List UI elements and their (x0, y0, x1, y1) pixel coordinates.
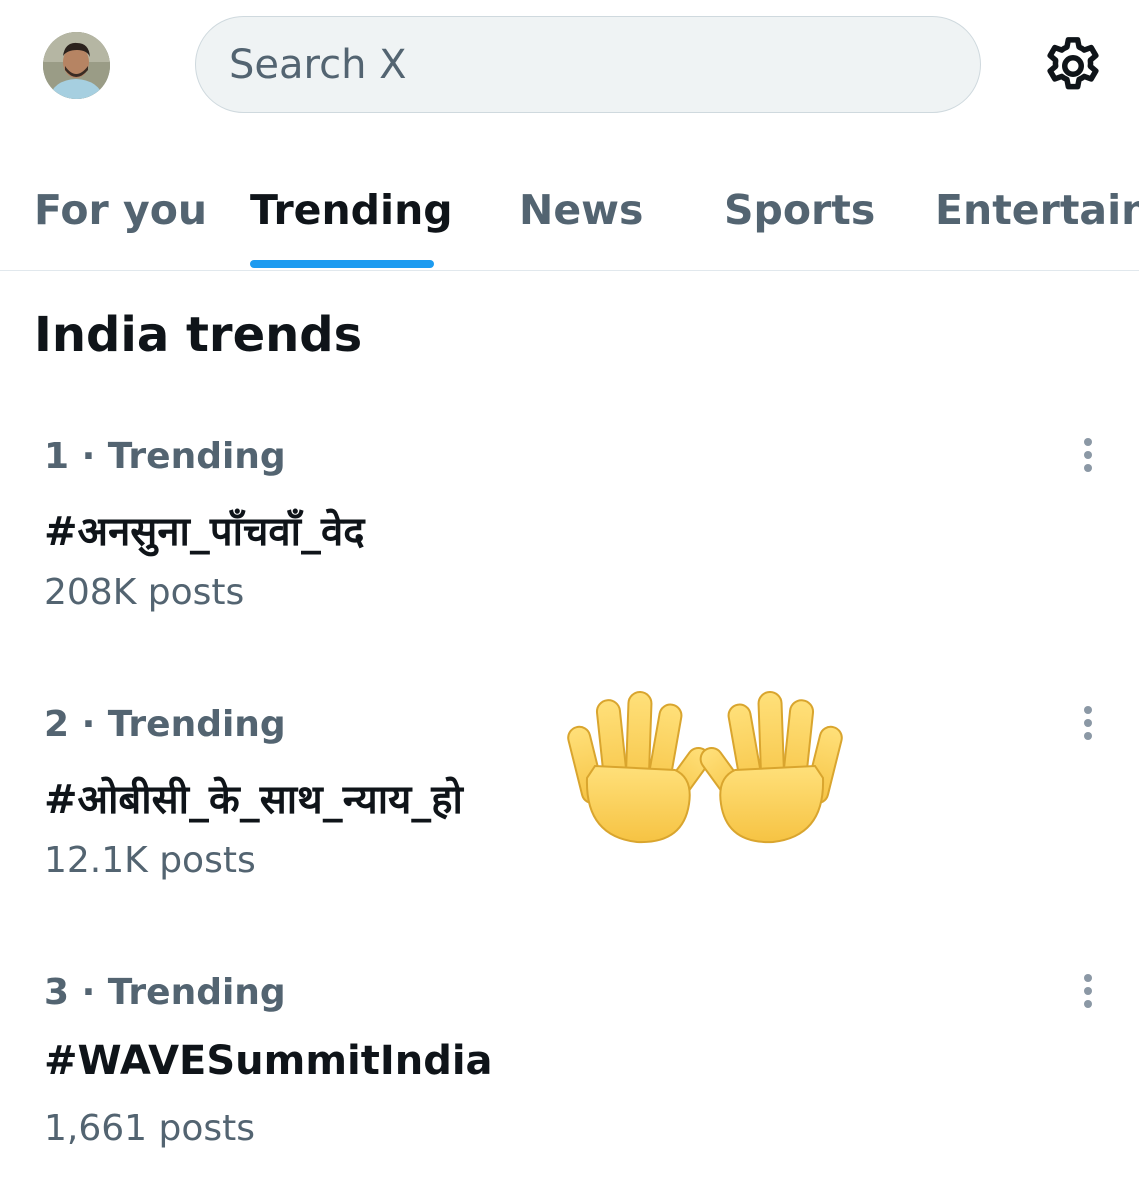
tab-label: Trending (250, 186, 453, 234)
trend-meta: 1 · Trending (44, 436, 286, 477)
more-options-icon[interactable] (1075, 972, 1101, 1024)
trend-post-count: 12.1K posts (44, 840, 256, 881)
trend-name: #ओबीसी_के_साथ_न्याय_हो (44, 777, 463, 823)
avatar-image (43, 32, 110, 99)
trend-post-count: 1,661 posts (44, 1108, 256, 1149)
section-title: India trends (34, 307, 363, 363)
tab-label: For you (34, 186, 208, 234)
trend-item[interactable]: 1 · Trending #अनसुना_पाँचवाँ_वेद 208K po… (0, 436, 1139, 666)
gear-icon[interactable] (1040, 33, 1106, 99)
trend-meta: 3 · Trending (44, 972, 286, 1013)
tab-label: Sports (724, 186, 876, 234)
more-options-icon[interactable] (1075, 704, 1101, 756)
avatar[interactable] (43, 32, 110, 99)
tab-trending[interactable]: Trending (250, 150, 453, 270)
trend-item[interactable]: 3 · Trending #WAVESummitIndia 1,661 post… (0, 972, 1139, 1202)
trend-meta: 2 · Trending (44, 704, 286, 745)
active-tab-indicator (250, 260, 434, 268)
tab-bar: For you Trending News Sports Entertainme… (0, 150, 1139, 271)
trend-name: #अनसुना_पाँचवाँ_वेद (44, 509, 365, 555)
tab-label: News (519, 186, 644, 234)
search-bar[interactable] (195, 16, 981, 113)
top-bar (0, 0, 1139, 130)
search-input[interactable] (229, 41, 929, 88)
raised-hands-emoji (565, 686, 845, 848)
more-options-icon[interactable] (1075, 436, 1101, 488)
trend-name: #WAVESummitIndia (44, 1038, 493, 1084)
trend-post-count: 208K posts (44, 572, 245, 613)
tab-label: Entertainment (935, 186, 1139, 234)
